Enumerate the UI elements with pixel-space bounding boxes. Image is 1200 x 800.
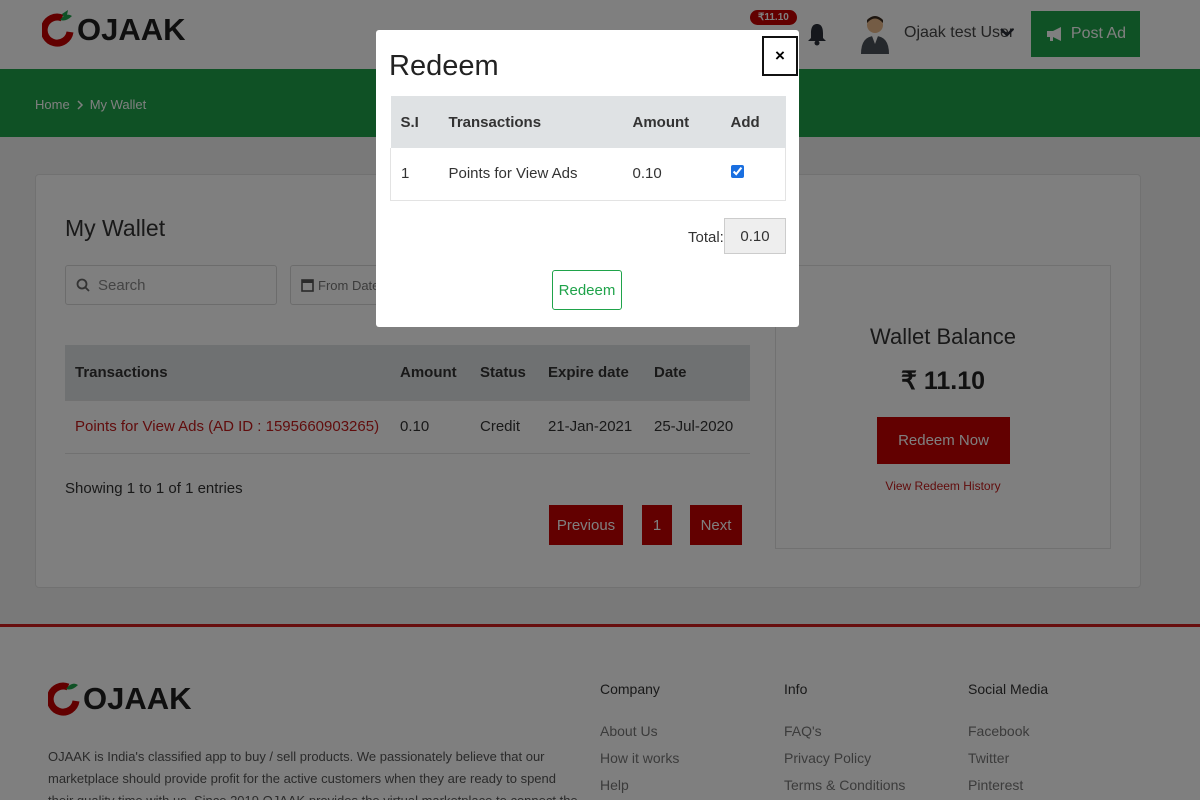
table-row: 1 Points for View Ads 0.10	[390, 148, 786, 201]
amount-cell: 0.10	[622, 148, 721, 201]
column-header: Add	[720, 96, 786, 148]
column-header: Transactions	[438, 96, 623, 148]
transaction-cell: Points for View Ads	[438, 148, 623, 201]
modal-title: Redeem	[389, 50, 499, 82]
si-cell: 1	[390, 148, 439, 201]
redeem-table: S.I Transactions Amount Add 1 Points for…	[390, 96, 786, 201]
redeem-modal: Redeem × S.I Transactions Amount Add 1 P…	[376, 30, 799, 327]
table-header-row: S.I Transactions Amount Add	[390, 96, 786, 148]
add-checkbox[interactable]	[730, 165, 744, 179]
add-cell	[720, 148, 786, 201]
redeem-button[interactable]: Redeem	[552, 270, 622, 310]
column-header: Amount	[622, 96, 721, 148]
total-field[interactable]	[724, 218, 786, 254]
total-label: Total:	[688, 229, 724, 246]
column-header: S.I	[390, 96, 439, 148]
close-button[interactable]: ×	[762, 36, 798, 76]
